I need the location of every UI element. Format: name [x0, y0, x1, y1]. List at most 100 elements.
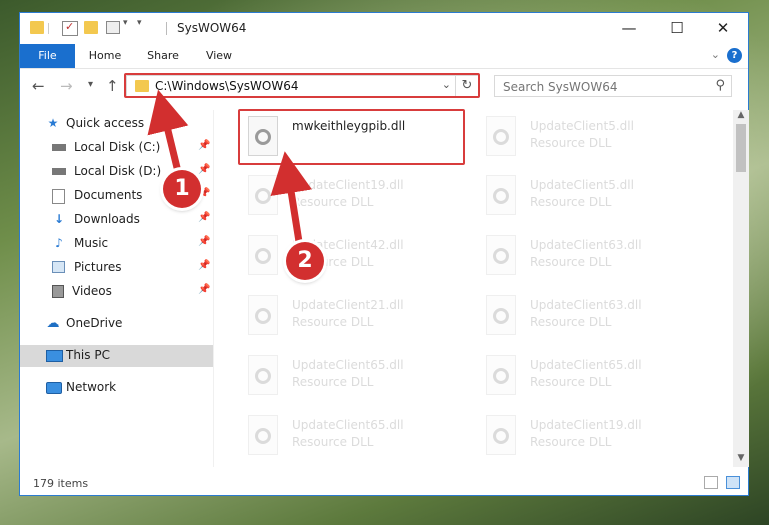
- file-name: UpdateClient65.dll: [530, 358, 642, 372]
- help-icon[interactable]: ?: [727, 48, 742, 63]
- sidebar-item-label: Local Disk (D:): [74, 164, 162, 178]
- drive-icon: [52, 168, 66, 175]
- videos-icon: [52, 285, 64, 298]
- tab-share[interactable]: Share: [138, 44, 188, 68]
- file-item[interactable]: UpdateClient19.dll Resource DLL: [480, 413, 710, 467]
- tab-home[interactable]: Home: [80, 44, 130, 68]
- scroll-thumb[interactable]: [736, 124, 746, 172]
- status-bar: 179 items: [20, 473, 748, 495]
- dll-file-icon: [486, 415, 516, 455]
- recent-locations-icon[interactable]: ▾: [88, 79, 93, 90]
- file-item[interactable]: UpdateClient19.dll Resource DLL: [242, 173, 472, 231]
- search-input[interactable]: [501, 78, 705, 96]
- dll-file-icon: [248, 235, 278, 275]
- pin-icon: 📌: [198, 260, 211, 271]
- file-type: Resource DLL: [292, 375, 374, 389]
- drive-icon: [52, 144, 66, 151]
- file-name: UpdateClient5.dll: [530, 119, 634, 133]
- folder-icon[interactable]: [30, 21, 44, 34]
- large-icons-view-icon[interactable]: [726, 476, 740, 489]
- sidebar-item-pictures[interactable]: Pictures 📌: [20, 257, 213, 279]
- file-item[interactable]: UpdateClient63.dll Resource DLL: [480, 293, 710, 351]
- dll-file-icon: [248, 175, 278, 215]
- sidebar-item-downloads[interactable]: ↓ Downloads 📌: [20, 209, 213, 231]
- ribbon-tabs: File Home Share View ⌄ ?: [20, 44, 748, 69]
- sidebar-item-videos[interactable]: Videos 📌: [20, 281, 213, 303]
- separator: [48, 23, 49, 34]
- file-name: UpdateClient21.dll: [292, 298, 404, 312]
- file-type: Resource DLL: [292, 315, 374, 329]
- window-title: SysWOW64: [177, 21, 247, 35]
- pin-icon: 📌: [198, 284, 211, 295]
- sidebar-item-label: Quick access: [66, 116, 145, 130]
- sidebar-item-onedrive[interactable]: ☁ OneDrive: [20, 313, 213, 335]
- file-name: UpdateClient65.dll: [292, 418, 404, 432]
- divider: [213, 110, 214, 467]
- tab-view[interactable]: View: [194, 44, 244, 68]
- file-name: UpdateClient63.dll: [530, 238, 642, 252]
- file-type: Resource DLL: [292, 435, 374, 449]
- file-type: Resource DLL: [530, 255, 612, 269]
- close-button[interactable]: ✕: [700, 13, 746, 43]
- file-type: Resource DLL: [530, 375, 612, 389]
- file-item[interactable]: UpdateClient63.dll Resource DLL: [480, 233, 710, 291]
- chevron-down-icon[interactable]: ▾: [123, 18, 137, 31]
- forward-arrow-icon[interactable]: →: [60, 77, 73, 95]
- download-icon: ↓: [53, 212, 65, 226]
- sidebar-item-quick-access[interactable]: ★ Quick access: [20, 113, 213, 135]
- computer-icon: [46, 350, 63, 362]
- sidebar-item-label: Downloads: [74, 212, 140, 226]
- file-item[interactable]: UpdateClient5.dll Resource DLL: [480, 114, 710, 172]
- up-arrow-icon[interactable]: ↑: [106, 77, 119, 95]
- properties-icon[interactable]: [62, 20, 78, 36]
- item-count: 179 items: [33, 477, 89, 490]
- search-box[interactable]: ⚲: [494, 75, 732, 97]
- tab-file[interactable]: File: [20, 44, 75, 68]
- file-type: Resource DLL: [292, 195, 374, 209]
- minimize-button[interactable]: —: [606, 13, 652, 43]
- file-name: UpdateClient65.dll: [292, 358, 404, 372]
- pin-icon: 📌: [198, 164, 211, 175]
- file-highlight: [238, 109, 465, 165]
- sidebar-item-music[interactable]: ♪ Music 📌: [20, 233, 213, 255]
- file-type: Resource DLL: [530, 136, 612, 150]
- pin-icon: 📌: [198, 140, 211, 151]
- dll-file-icon: [486, 235, 516, 275]
- sidebar-item-network[interactable]: Network: [20, 377, 213, 399]
- file-item[interactable]: UpdateClient65.dll Resource DLL: [242, 413, 472, 467]
- step-1-badge: 1: [163, 170, 201, 208]
- back-arrow-icon[interactable]: ←: [32, 77, 45, 95]
- sidebar-item-label: This PC: [66, 348, 110, 362]
- dll-file-icon: [248, 415, 278, 455]
- details-view-icon[interactable]: [704, 476, 718, 489]
- file-item[interactable]: UpdateClient65.dll Resource DLL: [480, 353, 710, 411]
- file-item[interactable]: UpdateClient21.dll Resource DLL: [242, 293, 472, 351]
- scroll-up-icon[interactable]: ▲: [733, 110, 749, 124]
- file-item[interactable]: UpdateClient5.dll Resource DLL: [480, 173, 710, 231]
- file-item[interactable]: UpdateClient65.dll Resource DLL: [242, 353, 472, 411]
- sidebar-item-label: Music: [74, 236, 109, 250]
- customize-icon[interactable]: [106, 21, 120, 34]
- dll-file-icon: [486, 355, 516, 395]
- dropdown-icon[interactable]: ▾: [137, 18, 151, 31]
- file-name: UpdateClient5.dll: [530, 178, 634, 192]
- sidebar-item-local-disk-c[interactable]: Local Disk (C:) 📌: [20, 137, 213, 159]
- star-icon: ★: [47, 116, 59, 130]
- new-folder-icon[interactable]: [84, 21, 98, 34]
- file-item[interactable]: UpdateClient42.dll Resource DLL: [242, 233, 472, 291]
- expand-ribbon-icon[interactable]: ⌄: [711, 48, 720, 61]
- dll-file-icon: [248, 355, 278, 395]
- vertical-scrollbar[interactable]: ▲ ▼: [733, 110, 749, 467]
- scroll-down-icon[interactable]: ▼: [733, 453, 749, 467]
- search-icon[interactable]: ⚲: [715, 78, 725, 93]
- dll-file-icon: [486, 295, 516, 335]
- network-icon: [46, 382, 62, 394]
- file-type: Resource DLL: [530, 195, 612, 209]
- maximize-button[interactable]: ☐: [654, 13, 700, 43]
- separator: [166, 22, 167, 35]
- title-bar: ▾ ▾ SysWOW64 — ☐ ✕: [20, 13, 748, 44]
- pictures-icon: [52, 261, 65, 273]
- sidebar-item-this-pc[interactable]: This PC: [20, 345, 213, 367]
- address-bar-highlight: [124, 73, 480, 98]
- documents-icon: [52, 189, 65, 204]
